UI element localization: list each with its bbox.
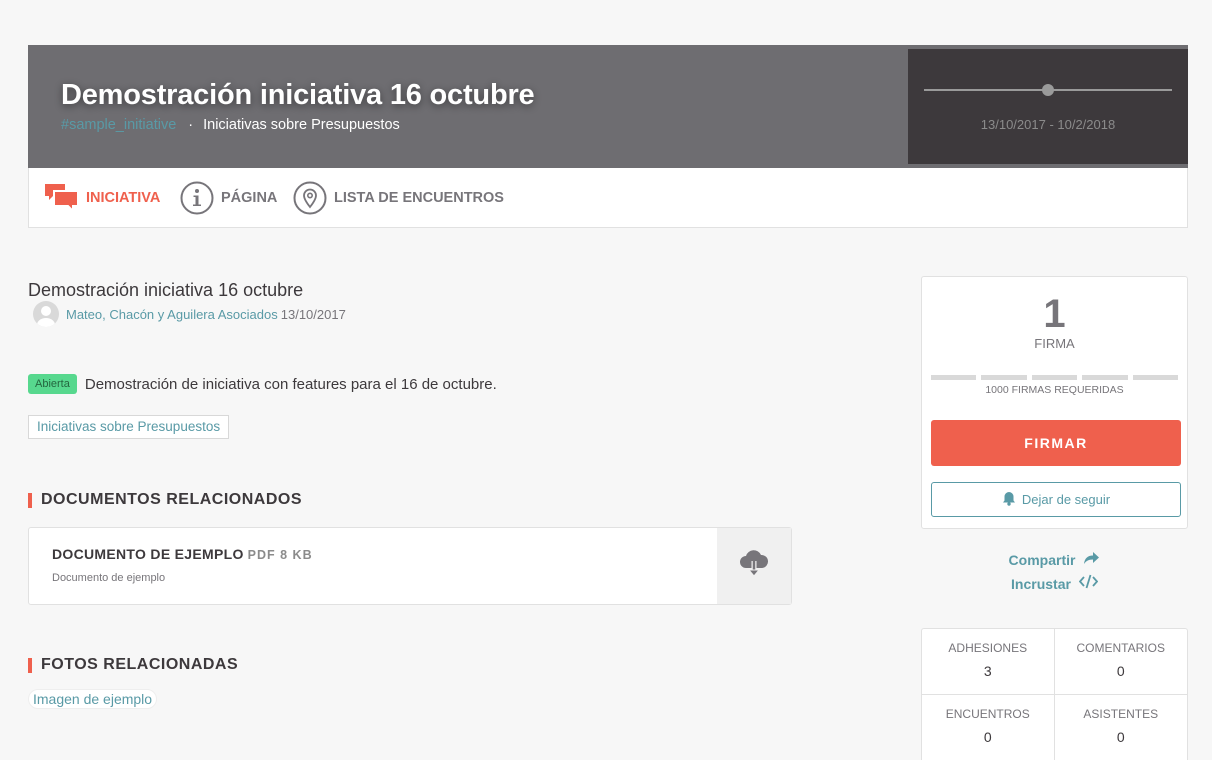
scope-label: Iniciativas sobre Presupuestos (203, 117, 400, 133)
sign-button[interactable]: Firmar (931, 420, 1181, 466)
hashtag-link[interactable]: #sample_initiative (61, 117, 176, 133)
stat-label: Asistentes (1083, 707, 1159, 721)
progress-segment (931, 375, 977, 380)
tab-bar: Iniciativa Página Lista de encuentros (28, 168, 1188, 228)
tab-label: Lista de encuentros (334, 190, 504, 206)
map-pin-icon (293, 181, 327, 215)
document-title: Documento de ejemplo PDF 8 KB (52, 546, 313, 562)
stat-comentarios: Comentarios 0 (1054, 629, 1187, 695)
progress-segment (981, 375, 1027, 380)
progress-segment (1132, 375, 1179, 380)
bell-icon (1002, 491, 1016, 509)
stat-value: 3 (983, 663, 992, 679)
tab-label: Iniciativa (86, 190, 161, 206)
stat-asistentes: Asistentes 0 (1055, 695, 1188, 760)
support-card: 1 Firma 1000 firmas requeridas Firmar De… (921, 276, 1188, 529)
document-name: Documento de ejemplo (52, 546, 244, 562)
author-name[interactable]: Mateo, Chacón y Aguilera Asociados (66, 307, 278, 322)
dates-panel: 13/10/2017 - 10/2/2018 (908, 49, 1188, 164)
status-badge: Abierta (28, 374, 77, 394)
document-item[interactable]: Documento de ejemplo PDF 8 KB Documento d… (28, 527, 792, 605)
stat-encuentros: Encuentros 0 (922, 695, 1055, 760)
tab-pagina[interactable]: Página (180, 180, 277, 216)
share-links: Compartir Incrustar (921, 548, 1188, 596)
status-row: Abierta Demostración de iniciativa con f… (28, 374, 497, 394)
separator: · (188, 117, 194, 133)
share-arrow-icon (1083, 548, 1100, 572)
document-description: Documento de ejemplo (52, 572, 166, 584)
share-button[interactable]: Compartir (921, 548, 1188, 572)
documents-heading: Documentos relacionados (28, 491, 302, 509)
photos-heading: Fotos relacionadas (28, 656, 238, 674)
download-button[interactable] (717, 528, 791, 604)
unfollow-button[interactable]: Dejar de seguir (931, 482, 1181, 517)
tab-label: Página (221, 190, 278, 206)
author-info: Mateo, Chacón y Aguilera Asociados 13/10… (33, 301, 346, 327)
date-range: 13/10/2017 - 10/2/2018 (980, 117, 1116, 132)
stat-label: Comentarios (1076, 641, 1165, 655)
photo-link[interactable]: Imagen de ejemplo (28, 689, 158, 709)
tab-lista-de-encuentros[interactable]: Lista de encuentros (293, 180, 504, 216)
stat-value: 0 (1116, 663, 1125, 679)
cloud-download-icon (739, 549, 769, 583)
stat-label: Adhesiones (948, 641, 1028, 655)
unfollow-label: Dejar de seguir (1021, 492, 1111, 507)
header-subtitle: #sample_initiative · Iniciativas sobre Pre… (61, 117, 400, 133)
signature-progress-bar (931, 375, 1179, 380)
embed-button[interactable]: Incrustar (921, 572, 1188, 596)
initiative-header: Demostración iniciativa 16 octubre #samp… (28, 45, 1188, 168)
stat-value: 0 (1116, 729, 1125, 745)
info-icon (180, 181, 214, 215)
initiative-description: Demostración de iniciativa con features … (84, 375, 497, 393)
speech-bubbles-icon (45, 184, 79, 212)
progress-segment (1082, 375, 1128, 380)
stat-adhesiones: Adhesiones 3 (922, 629, 1055, 695)
publish-date: 13/10/2017 (280, 306, 346, 322)
avatar (33, 301, 59, 327)
scope-tag[interactable]: Iniciativas sobre Presupuestos (28, 415, 230, 439)
stats-grid: Adhesiones 3 Comentarios 0 Encuentros 0 … (921, 628, 1188, 760)
embed-label: Incrustar (1011, 576, 1071, 592)
signature-label: Firma (1034, 336, 1075, 351)
share-label: Compartir (1008, 552, 1076, 568)
page-title: Demostración iniciativa 16 octubre (61, 79, 535, 111)
document-meta: PDF 8 KB (247, 548, 313, 562)
timeline-marker (1042, 84, 1054, 96)
tab-iniciativa[interactable]: Iniciativa (45, 180, 160, 216)
stat-value: 0 (983, 729, 992, 745)
initiative-title: Demostración iniciativa 16 octubre (28, 280, 304, 300)
code-icon (1078, 572, 1099, 596)
progress-segment (1031, 375, 1078, 380)
signature-count: 1 (1043, 292, 1066, 336)
stat-label: Encuentros (945, 707, 1030, 721)
required-signatures: 1000 firmas requeridas (985, 384, 1124, 396)
